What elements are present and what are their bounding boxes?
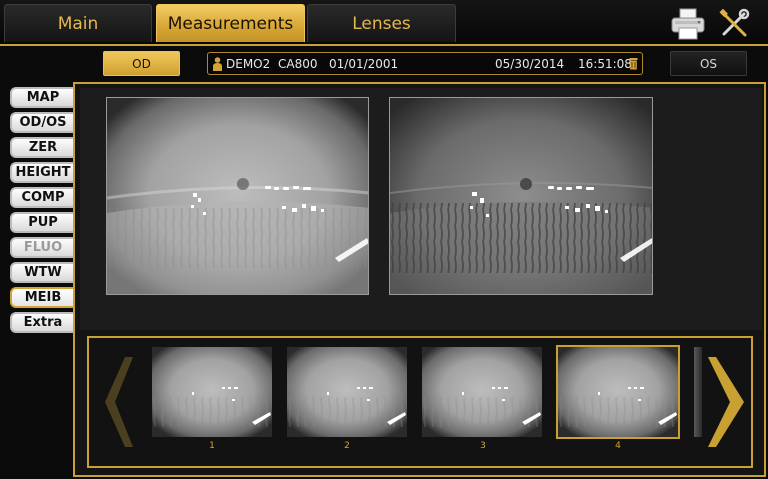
- patient-dob: 01/01/2001: [329, 57, 399, 71]
- tools-icon[interactable]: [718, 8, 750, 40]
- thumbnail-2[interactable]: [287, 347, 407, 437]
- side-btn-fluo: FLUO: [10, 237, 74, 258]
- patient-info-bar: DEMO2 CA800 01/01/2001 05/30/2014 16:51:…: [207, 52, 643, 75]
- top-divider: [0, 44, 768, 46]
- thumbnail-label: 2: [344, 441, 350, 451]
- top-bar: Main Measurements Lenses: [0, 0, 768, 44]
- side-btn-zer[interactable]: ZER: [10, 137, 74, 158]
- chevron-left-icon[interactable]: [95, 357, 133, 447]
- thumbnail-label: 1: [209, 441, 215, 451]
- thumbnail-1[interactable]: [152, 347, 272, 437]
- exam-date: 05/30/2014: [495, 57, 565, 71]
- trash-icon[interactable]: [629, 57, 638, 70]
- tab-measurements[interactable]: Measurements: [156, 4, 305, 42]
- side-btn-map[interactable]: MAP: [10, 87, 74, 108]
- side-btn-height[interactable]: HEIGHT: [10, 162, 74, 183]
- user-icon: [213, 57, 222, 71]
- side-btn-pup[interactable]: PUP: [10, 212, 74, 233]
- thumbnail-label: 4: [615, 441, 621, 451]
- side-btn-meib[interactable]: MEIB: [10, 287, 74, 308]
- od-button[interactable]: OD: [103, 51, 180, 76]
- side-btn-comp[interactable]: COMP: [10, 187, 74, 208]
- side-btn-extra[interactable]: Extra: [10, 312, 74, 333]
- meibography-image-enhanced[interactable]: [389, 97, 653, 295]
- meibography-image-original[interactable]: [106, 97, 369, 295]
- printer-icon[interactable]: [671, 8, 705, 40]
- thumbnail-3[interactable]: [422, 347, 542, 437]
- side-btn-wtw[interactable]: WTW: [10, 262, 74, 283]
- exam-time: 16:51:08: [578, 57, 632, 71]
- patient-name: DEMO2: [226, 57, 271, 71]
- side-btn-od-os[interactable]: OD/OS: [10, 112, 74, 133]
- tab-lenses[interactable]: Lenses: [307, 4, 456, 42]
- thumbnail-label: 3: [480, 441, 486, 451]
- tab-main[interactable]: Main: [4, 4, 152, 42]
- chevron-right-icon[interactable]: [708, 357, 746, 447]
- os-button[interactable]: OS: [670, 51, 747, 76]
- patient-id: CA800: [278, 57, 318, 71]
- thumbnail-partial: [694, 347, 702, 437]
- thumbnail-4[interactable]: [556, 345, 680, 439]
